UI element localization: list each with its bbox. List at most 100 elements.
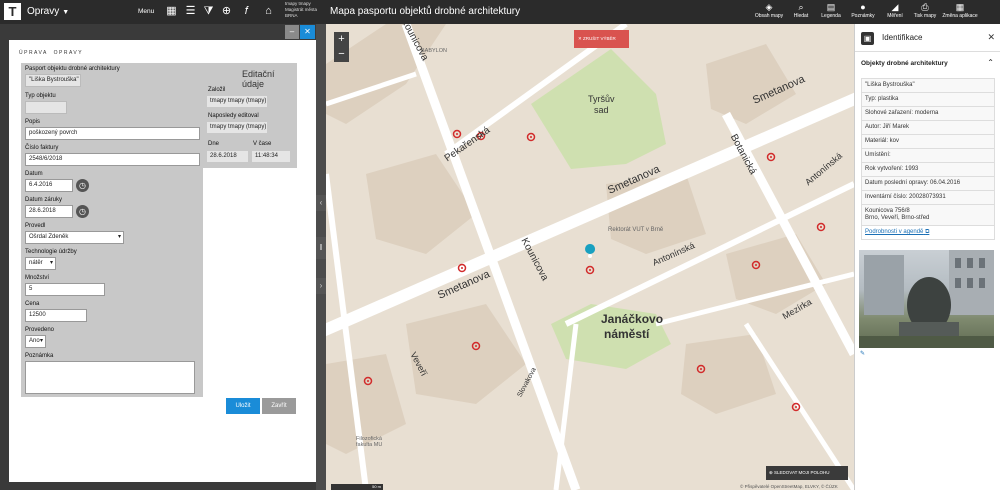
datum-label: Datum (25, 171, 43, 177)
tool-label: Měření (887, 13, 903, 19)
dialog-title: ÚPRAVA (19, 50, 48, 56)
cas-label: V čase (253, 141, 272, 147)
poznamka-textarea[interactable] (25, 361, 195, 394)
search-button[interactable]: ⌕ Hledat (786, 1, 816, 19)
identify-icon: ▣ (861, 32, 874, 45)
square-label: Janáčkovo (601, 312, 664, 326)
tool-label: Poznámky (851, 13, 875, 19)
grid-icon[interactable]: ▦ (165, 5, 178, 18)
photo-graphics (859, 250, 994, 348)
datum-input[interactable]: 6.4.2016 (25, 179, 73, 192)
layers-button[interactable]: ◈ Obsah mapy (752, 1, 786, 19)
list-icon[interactable]: ☰ (184, 5, 197, 18)
id-row: Autor: Jiří Marek (861, 121, 995, 135)
edit-dialog: ÚPRAVA OPRAVY Pasport objektu drobné arc… (9, 40, 316, 482)
close-dialog-button[interactable]: ✕ (300, 25, 315, 39)
expand-right-icon[interactable]: › (316, 278, 326, 294)
follow-position-label: SLEDOVAT MOJI POLOHU (774, 470, 830, 475)
minimize-button[interactable]: – (285, 25, 299, 39)
typ-field[interactable] (25, 101, 67, 114)
add-icon[interactable]: ⊕ (220, 5, 233, 18)
follow-position-button[interactable]: ⊕ SLEDOVAT MOJI POLOHU (766, 466, 848, 480)
square-label: náměstí (604, 327, 650, 341)
dialog-header: ÚPRAVA OPRAVY (19, 50, 83, 56)
tool-label: Hledat (793, 13, 809, 19)
change-app-button[interactable]: ▦ Změna aplikace (940, 1, 980, 19)
close-button[interactable]: Zavřít (262, 398, 296, 414)
chevron-down-icon: ▼ (62, 9, 70, 16)
zoom-out-icon[interactable]: − (334, 47, 349, 62)
save-button[interactable]: Uložit (226, 398, 260, 414)
close-panel-icon[interactable]: ✕ (987, 32, 995, 43)
object-photo[interactable] (859, 250, 994, 348)
details-link[interactable]: Podrobnosti v agendě ⧉ (861, 226, 995, 240)
cancel-selection-label: ZRUŠIT VÝBĚR (583, 36, 616, 41)
edit-info-title: Editační údaje (242, 69, 275, 89)
cena-input[interactable]: 12500 (25, 309, 87, 322)
dne-label: Dne (208, 141, 220, 147)
notes-button[interactable]: ● Poznámky (846, 1, 880, 19)
provedl-select[interactable]: Ošrdal Zdeněk (25, 231, 124, 244)
print-button[interactable]: ⎙ Tisk mapy (910, 1, 940, 19)
zalozil-value: tmapy tmapy (tmapy) (206, 95, 268, 108)
chevron-up-icon[interactable]: ⌃ (987, 58, 994, 67)
menu-button[interactable]: Menu (138, 8, 154, 15)
app-switcher[interactable]: Opravy ▼ (27, 6, 69, 17)
id-row: Slohové zařazení: moderna (861, 107, 995, 121)
cancel-selection-button[interactable]: ✕ ZRUŠIT VÝBĚR (574, 30, 629, 48)
details-link-label: Podrobnosti v agendě (865, 229, 924, 235)
formula-icon[interactable]: 𝑓 (240, 5, 253, 18)
legend-button[interactable]: ▤ Legenda (816, 1, 846, 19)
id-row: "Liška Bystrouška" (861, 78, 995, 93)
cas-value: 11:48:34 (251, 150, 291, 163)
popis-input[interactable]: poškozený povrch (25, 127, 200, 140)
dialog-subtitle: OPRAVY (53, 50, 84, 56)
map-canvas[interactable]: Pekařenská Smetanova Smetanova Smetanova… (326, 24, 854, 490)
app-title: Opravy (27, 6, 60, 17)
drag-handle-icon[interactable]: ‖ (316, 237, 326, 259)
id-row: Inventární číslo: 20028073931 (861, 191, 995, 205)
app-logo-icon[interactable]: T (4, 3, 21, 20)
apps-icon: ▦ (955, 2, 965, 12)
tool-label: Tisk mapy (913, 13, 937, 19)
filter-icon[interactable]: ⧩ (202, 5, 215, 18)
typ-label: Typ objektu (25, 93, 56, 99)
close-icon: ✕ (578, 36, 582, 41)
crosshair-icon: ⊕ (769, 470, 773, 475)
provedeno-select[interactable]: Ano (25, 335, 46, 348)
technologie-label: Technologie údržby (25, 249, 77, 255)
id-row: Typ: plastika (861, 93, 995, 107)
user-info: tmapy tmapy Magistrát města BRNA (285, 1, 317, 19)
tool-label: Obsah mapy (754, 13, 784, 19)
measure-button[interactable]: ◢ Měření (880, 1, 910, 19)
zaruka-label: Datum záruky (25, 197, 63, 203)
pasport-field[interactable]: "Liška Bystrouška" (25, 74, 81, 87)
zaruka-clock-icon[interactable]: ◷ (76, 205, 89, 218)
mnozstvi-input[interactable]: 5 (25, 283, 105, 296)
provedeno-label: Provedeno (25, 327, 55, 333)
identification-header: ▣ Identifikace ✕ (855, 24, 1000, 52)
datum-clock-icon[interactable]: ◷ (76, 179, 89, 192)
poznamka-label: Poznámka (25, 353, 54, 359)
technologie-value: nátěr (29, 260, 43, 266)
zoom-control: + − (334, 32, 349, 62)
mnozstvi-label: Množství (25, 275, 50, 281)
provedl-value: Ošrdal Zdeněk (29, 234, 69, 240)
park-label: Tyršův (588, 94, 615, 104)
zalozil-label: Založil (208, 87, 226, 93)
collapse-left-icon[interactable]: ‹ (316, 195, 326, 211)
zoom-in-icon[interactable]: + (334, 32, 349, 47)
faktura-label: Číslo faktury (25, 145, 59, 151)
ruler-icon: ◢ (891, 2, 899, 12)
faktura-input[interactable]: 2548/6/2018 (25, 153, 200, 166)
identification-rows: "Liška Bystrouška" Typ: plastika Slohové… (861, 78, 995, 240)
edit-photo-icon[interactable]: ✎ (860, 350, 865, 357)
tool-label: Legenda (821, 13, 841, 19)
home-icon[interactable]: ⌂ (262, 5, 275, 18)
object-group-header[interactable]: Objekty drobné architektury (861, 60, 948, 67)
zaruka-input[interactable]: 28.6.2018 (25, 205, 73, 218)
scale-bar: 50 m (331, 484, 383, 490)
edit-info-panel: Editační údaje Založil tmapy tmapy (tmap… (202, 63, 297, 168)
technologie-select[interactable]: nátěr (25, 257, 56, 270)
poi-label: Rektorát VUT v Brně (608, 227, 664, 233)
